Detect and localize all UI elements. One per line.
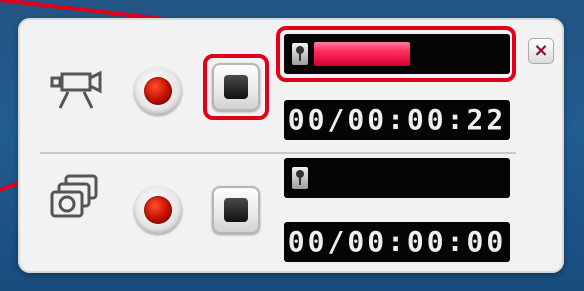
stop-icon bbox=[224, 198, 248, 222]
photo-camera-icon bbox=[50, 174, 100, 226]
video-progress-bar bbox=[284, 34, 510, 74]
photo-timer: 00/00:00:00 bbox=[284, 222, 510, 262]
video-progress-fill bbox=[314, 42, 410, 66]
video-stop-button[interactable] bbox=[212, 63, 260, 111]
record-icon bbox=[144, 77, 172, 105]
close-button[interactable]: × bbox=[528, 38, 554, 64]
row-divider bbox=[40, 152, 516, 154]
record-icon bbox=[144, 196, 172, 224]
video-record-button[interactable] bbox=[134, 67, 182, 115]
video-camera-icon bbox=[50, 70, 102, 114]
key-icon bbox=[292, 43, 308, 65]
stop-icon bbox=[224, 75, 248, 99]
key-icon bbox=[292, 167, 308, 189]
photo-progress-bar bbox=[284, 158, 510, 198]
video-timer: 00/00:00:22 bbox=[284, 100, 510, 140]
photo-stop-button[interactable] bbox=[212, 186, 260, 234]
photo-record-button[interactable] bbox=[134, 186, 182, 234]
